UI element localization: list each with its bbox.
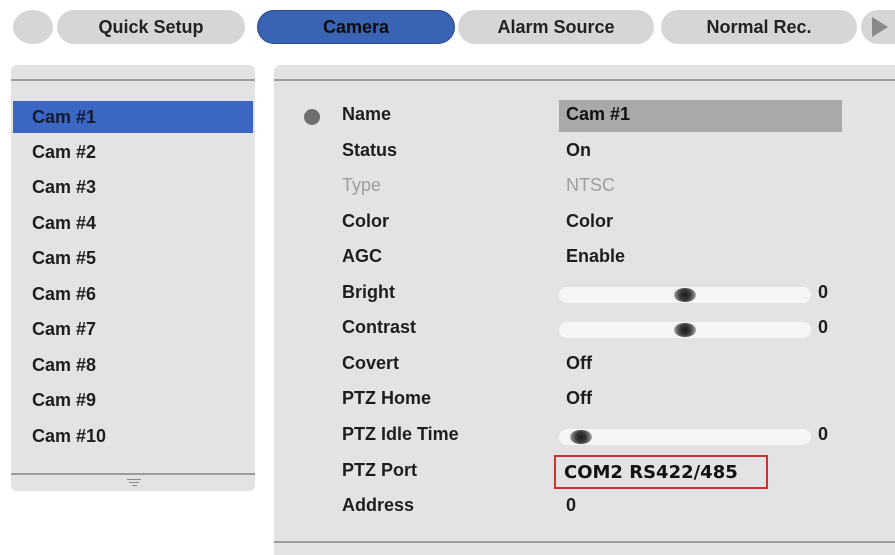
tab-alarm-source[interactable]: Alarm Source [458,10,654,44]
slider-knob[interactable] [570,430,592,444]
tab-home-button[interactable] [13,10,53,44]
scroll-down-icon[interactable] [127,479,141,488]
setting-label-type: Type [342,175,382,195]
ptz-port-selector[interactable]: COM2 RS422/485 [554,455,768,489]
contrast-value: 0 [818,317,829,337]
setting-label-agc: AGC [342,246,382,266]
camera-settings-panel: Name Cam #1 Status On Type NTSC Color Co… [274,65,895,555]
ptz-port-value: COM2 RS422/485 [564,462,738,483]
camera-list-item[interactable]: Cam #7 [13,313,253,345]
setting-label-name: Name [342,104,392,124]
divider [274,541,895,543]
address-value[interactable]: 0 [566,495,576,516]
slider-knob[interactable] [674,288,696,302]
camera-list-item[interactable]: Cam #1 [13,101,253,133]
setting-row-ptz-idle-time: PTZ Idle Time 0 [274,420,895,452]
ptz-home-value[interactable]: Off [566,388,592,409]
divider [11,79,255,81]
play-arrow-icon [872,17,888,37]
tab-camera[interactable]: Camera [257,10,455,44]
setting-label-covert: Covert [342,353,400,373]
tab-normal-rec[interactable]: Normal Rec. [661,10,857,44]
status-value[interactable]: On [566,140,591,161]
setting-row-contrast: Contrast 0 [274,313,895,345]
setting-row-covert: Covert Off [274,349,895,381]
bright-value: 0 [818,282,829,302]
setting-row-address: Address 0 [274,491,895,523]
camera-list-item[interactable]: Cam #4 [13,207,253,239]
setting-label-status: Status [342,140,398,160]
camera-list-item[interactable]: Cam #10 [13,420,253,452]
camera-name-value: Cam #1 [566,104,631,124]
divider [274,79,895,81]
camera-list-item[interactable]: Cam #6 [13,278,253,310]
type-value: NTSC [566,175,615,195]
setting-row-agc: AGC Enable [274,242,895,274]
setting-row-ptz-home: PTZ Home Off [274,384,895,416]
setting-label-address: Address [342,495,415,515]
camera-list-item[interactable]: Cam #5 [13,242,253,274]
ptz-idle-time-value: 0 [818,424,829,444]
setting-row-type: Type NTSC [274,171,895,203]
setting-row-color: Color Color [274,207,895,239]
setting-label-ptz-idle-time: PTZ Idle Time [342,424,459,444]
setting-label-contrast: Contrast [342,317,417,337]
selection-bullet-icon [304,109,320,125]
camera-list-item[interactable]: Cam #8 [13,349,253,381]
color-value[interactable]: Color [566,211,613,232]
camera-list-item[interactable]: Cam #2 [13,136,253,168]
tab-quick-setup[interactable]: Quick Setup [57,10,245,44]
top-tab-bar: Quick Setup Camera Alarm Source Normal R… [0,0,895,50]
contrast-slider[interactable] [559,322,811,338]
setting-row-ptz-port: PTZ Port COM2 RS422/485 [274,455,895,489]
covert-value[interactable]: Off [566,353,592,374]
ptz-idle-time-slider[interactable] [559,429,811,445]
agc-value[interactable]: Enable [566,246,625,267]
setting-row-status: Status On [274,136,895,168]
setting-label-bright: Bright [342,282,395,302]
slider-knob[interactable] [674,323,696,337]
setting-row-name: Name Cam #1 [274,100,895,132]
setting-label-color: Color [342,211,389,231]
camera-list-item[interactable]: Cam #9 [13,384,253,416]
camera-list-item[interactable]: Cam #3 [13,171,253,203]
setting-row-bright: Bright 0 [274,278,895,310]
camera-name-input[interactable]: Cam #1 [559,100,842,132]
bright-slider[interactable] [559,287,811,303]
setting-label-ptz-home: PTZ Home [342,388,432,408]
camera-list-panel: Cam #1 Cam #2 Cam #3 Cam #4 Cam #5 Cam #… [11,65,255,491]
setting-label-ptz-port: PTZ Port [342,460,417,480]
divider [11,473,255,475]
tab-next-button[interactable] [861,10,895,44]
